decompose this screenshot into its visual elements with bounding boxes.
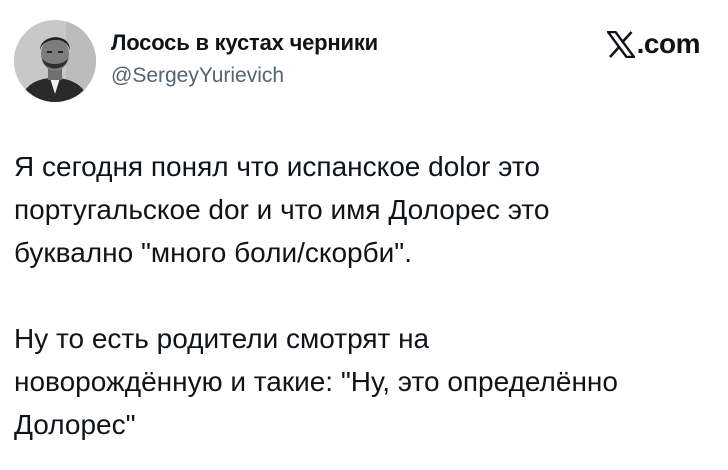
tweet-card: Лосось в кустах черники @SergeyYurievich… bbox=[0, 0, 728, 470]
tweet-line: португальское dor и что имя Долорес это bbox=[14, 194, 550, 225]
avatar[interactable] bbox=[14, 20, 96, 102]
author-display-name[interactable]: Лосось в кустах черники bbox=[111, 30, 378, 56]
tweet-paragraph: Ну то есть родители смотрят на новорождё… bbox=[14, 317, 704, 446]
tweet-line: новорождённую и такие: "Ну, это определё… bbox=[14, 366, 618, 397]
tweet-line: Ну то есть родители смотрят на bbox=[14, 323, 430, 354]
tweet-paragraph: Я сегодня понял что испанское dolor это … bbox=[14, 145, 704, 274]
brand-watermark: .com bbox=[606, 28, 701, 59]
author-handle[interactable]: @SergeyYurievich bbox=[111, 64, 284, 88]
brand-domain-text: .com bbox=[636, 28, 701, 59]
tweet-line: Долорес" bbox=[14, 409, 136, 440]
tweet-text: Я сегодня понял что испанское dolor это … bbox=[14, 145, 704, 446]
x-logo-icon bbox=[606, 30, 635, 58]
tweet-line: Я сегодня понял что испанское dolor это bbox=[14, 151, 540, 182]
avatar-photo-icon bbox=[14, 20, 96, 102]
tweet-line: буквално "много боли/скорби". bbox=[14, 237, 412, 268]
